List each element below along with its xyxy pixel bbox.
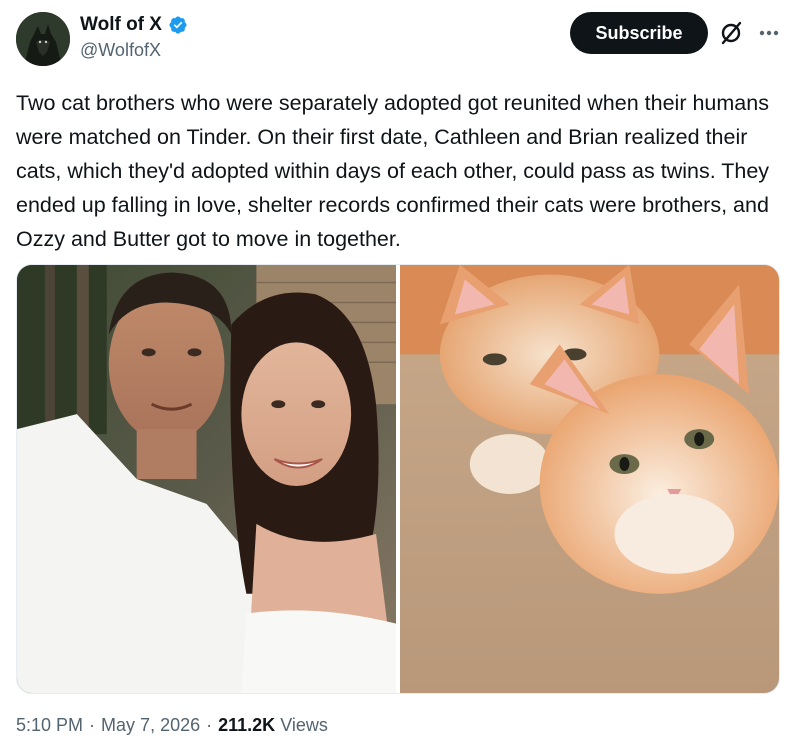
author-display-name[interactable]: Wolf of X: [80, 14, 162, 36]
more-dots-icon[interactable]: [754, 20, 784, 46]
couple-selfie-photo[interactable]: [17, 265, 396, 693]
author-avatar[interactable]: [16, 12, 70, 66]
tweet-meta: 5:10 PM · May 7, 2026 · 211.2K Views: [16, 715, 328, 736]
tweet-text: Two cat brothers who were separately ado…: [16, 91, 770, 251]
author-name-row[interactable]: Wolf of X: [80, 14, 188, 36]
meta-separator: ·: [206, 715, 213, 735]
kittens-photo[interactable]: [400, 265, 779, 693]
views-label: Views: [280, 715, 328, 735]
views-count: 211.2K: [218, 715, 276, 735]
wolf-avatar-image: [16, 12, 70, 66]
subscribe-button[interactable]: Subscribe: [570, 12, 708, 54]
meta-separator: ·: [89, 715, 96, 735]
media-grid: [16, 264, 780, 694]
tweet-time[interactable]: 5:10 PM: [16, 715, 83, 736]
author-handle[interactable]: @WolfofX: [80, 40, 161, 61]
verified-badge-icon: [169, 16, 187, 34]
grok-icon[interactable]: [718, 20, 744, 46]
tweet-date[interactable]: May 7, 2026: [101, 715, 200, 736]
tweet-card: Wolf of X @WolfofX Subscribe Two cat bro…: [0, 0, 800, 756]
